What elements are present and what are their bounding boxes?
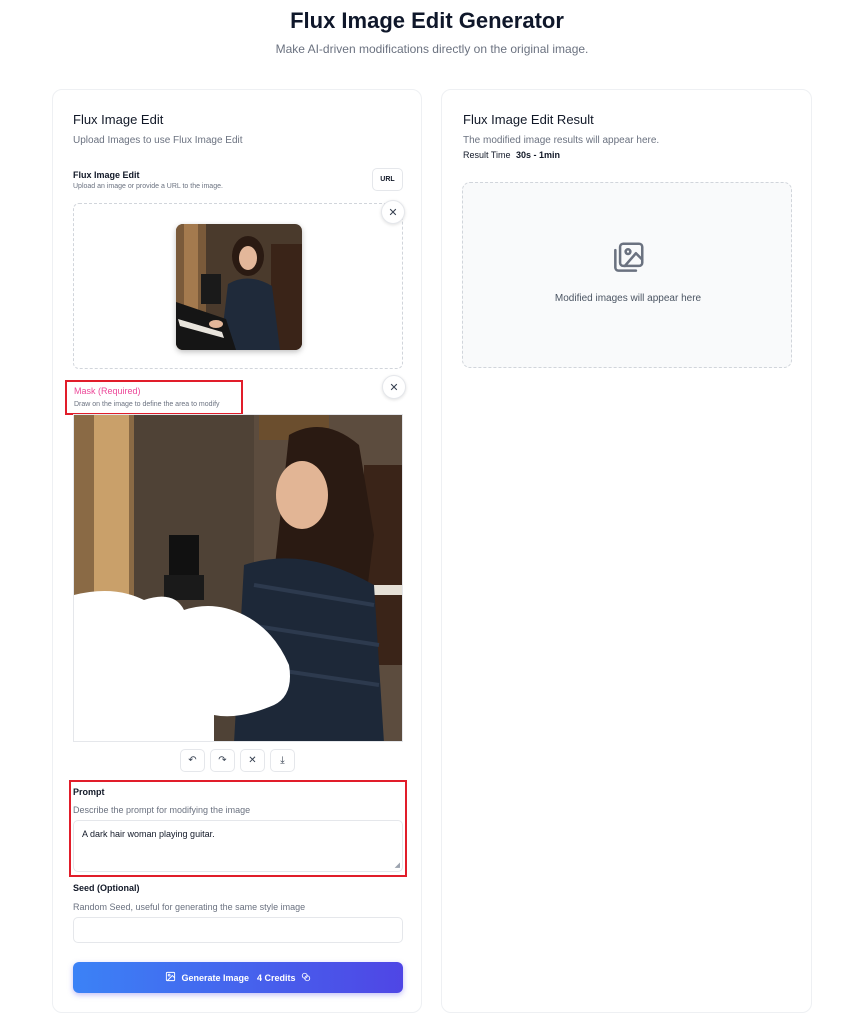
prompt-value: A dark hair woman playing guitar.: [82, 829, 215, 839]
mask-label: Mask (Required): [74, 386, 141, 396]
uploaded-image-thumbnail: [176, 224, 302, 350]
result-description: The modified image results will appear h…: [463, 135, 660, 146]
prompt-label: Prompt: [73, 787, 105, 797]
remove-image-button[interactable]: ✕: [381, 200, 405, 224]
credits-label: 4 Credits: [257, 972, 296, 983]
result-title: Flux Image Edit Result: [463, 112, 594, 127]
prompt-hint: Describe the prompt for modifying the im…: [73, 805, 251, 815]
image-icon: [609, 239, 647, 282]
result-time-label: Result Time: [463, 150, 511, 160]
panel-description: Upload Images to use Flux Image Edit: [73, 135, 243, 146]
undo-icon: ↶: [188, 755, 197, 766]
prompt-input[interactable]: A dark hair woman playing guitar. ◢: [73, 820, 403, 872]
close-icon: ✕: [388, 206, 398, 219]
result-placeholder-text: Modified images will appear here: [554, 293, 702, 304]
seed-hint: Random Seed, useful for generating the s…: [73, 902, 306, 912]
mask-canvas[interactable]: [73, 414, 403, 742]
generate-label: Generate Image: [181, 972, 249, 983]
seed-input[interactable]: [73, 917, 403, 943]
download-icon: ⤓: [280, 755, 285, 766]
resize-handle-icon[interactable]: ◢: [395, 861, 400, 869]
result-time-value: 30s - 1min: [516, 150, 561, 160]
close-icon: ✕: [389, 381, 399, 394]
redo-button[interactable]: ↷: [210, 749, 235, 772]
image-icon: [165, 971, 176, 984]
page-subtitle: Make AI-driven modifications directly on…: [275, 42, 589, 56]
remove-mask-button[interactable]: ✕: [382, 375, 406, 399]
mask-highlight: Mask (Required) Draw on the image to def…: [65, 380, 243, 415]
result-time: Result Time 30s - 1min: [463, 150, 560, 160]
edit-panel: Flux Image Edit Upload Images to use Flu…: [52, 89, 422, 1013]
undo-button[interactable]: ↶: [180, 749, 205, 772]
seed-label: Seed (Optional): [73, 883, 140, 893]
page-title: Flux Image Edit Generator: [290, 8, 564, 33]
mask-hint: Draw on the image to define the area to …: [74, 401, 220, 408]
result-placeholder: Modified images will appear here: [462, 182, 792, 368]
coins-icon: [301, 972, 311, 984]
result-panel: Flux Image Edit Result The modified imag…: [441, 89, 812, 1013]
upload-dropzone[interactable]: [73, 203, 403, 369]
download-mask-button[interactable]: ⤓: [270, 749, 295, 772]
upload-label: Flux Image Edit: [73, 170, 140, 180]
generate-button[interactable]: Generate Image 4 Credits: [73, 962, 403, 993]
redo-icon: ↷: [218, 755, 227, 766]
url-button[interactable]: URL: [372, 168, 403, 191]
upload-hint: Upload an image or provide a URL to the …: [73, 183, 223, 190]
panel-title: Flux Image Edit: [73, 112, 164, 127]
clear-mask-button[interactable]: ✕: [240, 749, 265, 772]
clear-icon: ✕: [248, 755, 257, 766]
